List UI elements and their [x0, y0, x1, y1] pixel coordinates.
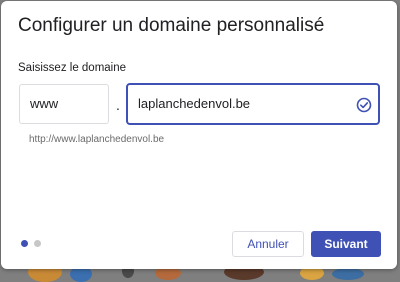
cancel-button[interactable]: Annuler [232, 231, 304, 257]
check-circle-icon [356, 97, 372, 113]
domain-label: Saisissez le domaine [18, 62, 127, 74]
domain-separator: . [116, 97, 120, 113]
url-preview: http://www.laplanchedenvol.be [29, 134, 165, 145]
custom-domain-dialog: Configurer un domaine personnalisé Saisi… [1, 1, 397, 269]
next-button[interactable]: Suivant [311, 231, 381, 257]
step-indicator-inactive [34, 240, 41, 247]
dialog-title: Configurer un domaine personnalisé [18, 15, 325, 36]
step-indicator-active [21, 240, 28, 247]
subdomain-input[interactable]: www [19, 84, 109, 124]
domain-input[interactable]: laplanchedenvol.be [126, 83, 380, 125]
